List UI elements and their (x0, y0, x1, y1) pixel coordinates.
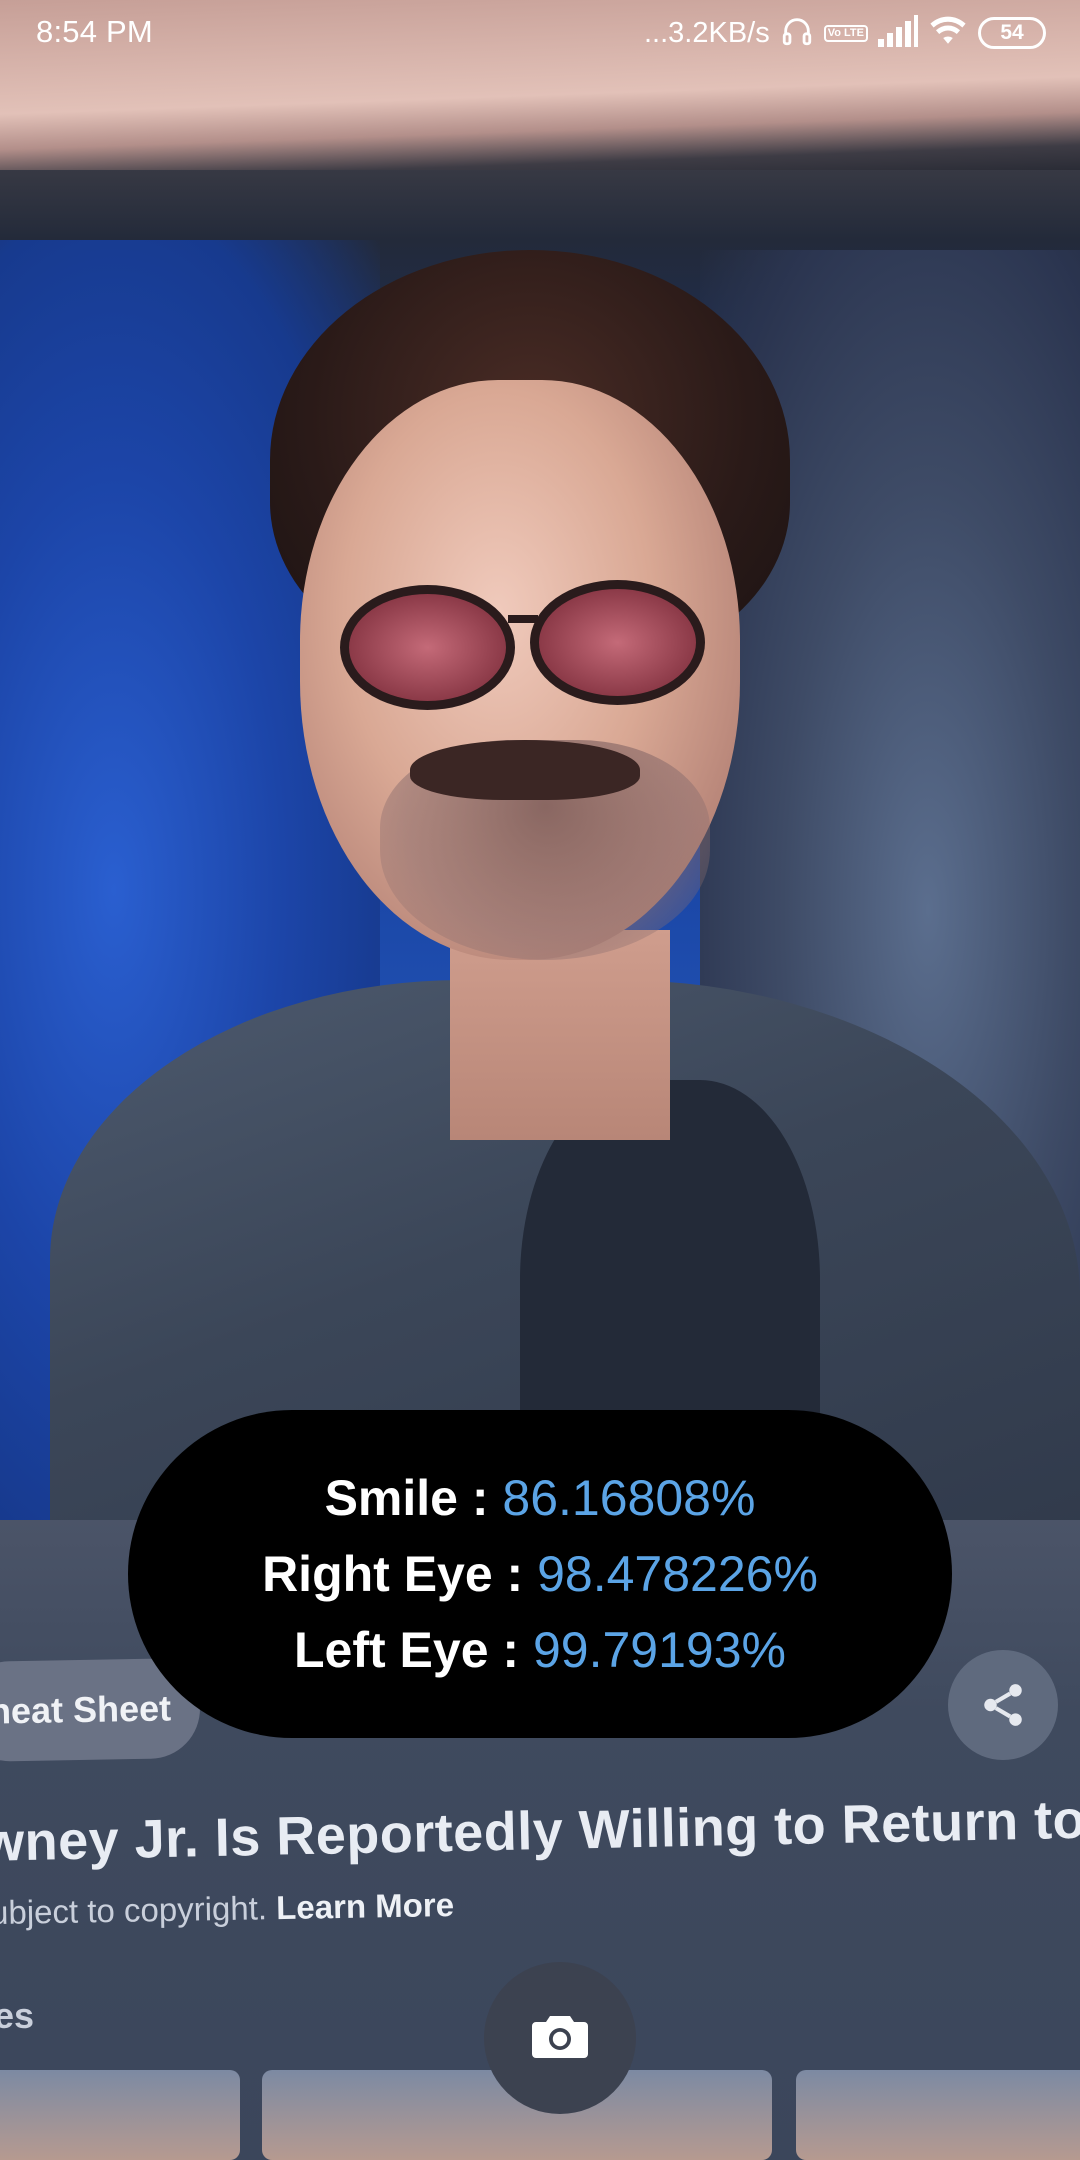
copyright-text: ubject to copyright. (0, 1889, 268, 1932)
status-bar: 8:54 PM ...3.2KB/s Vo LTE 54 (0, 0, 1080, 66)
sunglasses-bridge (508, 615, 538, 623)
thumbnail (0, 2070, 240, 2160)
webpage-section-fragment: es (0, 1995, 35, 2036)
right-eye-row: Right Eye : 98.478226% (262, 1538, 818, 1610)
sunglasses-left-lens (340, 585, 515, 710)
smile-value: 86.16808% (502, 1470, 756, 1526)
smile-label: Smile : (324, 1470, 489, 1526)
person-neck (450, 930, 670, 1140)
share-icon (948, 1650, 1058, 1760)
left-eye-label: Left Eye : (294, 1622, 520, 1678)
headphones-icon (780, 14, 814, 53)
wifi-icon (928, 15, 968, 52)
volte-icon: Vo LTE (823, 24, 868, 42)
person-mustache (410, 740, 640, 800)
battery-icon: 54 (978, 17, 1046, 49)
network-speed: ...3.2KB/s (644, 16, 770, 49)
camera-icon (532, 2012, 588, 2065)
smile-row: Smile : 86.16808% (325, 1462, 756, 1534)
status-icons: ...3.2KB/s Vo LTE 54 (644, 12, 1046, 54)
signal-icon (878, 14, 918, 52)
capture-button[interactable] (484, 1962, 636, 2114)
left-eye-row: Left Eye : 99.79193% (294, 1614, 786, 1686)
detection-results-panel: Smile : 86.16808% Right Eye : 98.478226%… (128, 1410, 952, 1738)
sunglasses-right-lens (530, 580, 705, 705)
thumbnail (796, 2070, 1080, 2160)
status-time: 8:54 PM (36, 14, 153, 49)
camera-preview: heat Sheet wney Jr. Is Reportedly Willin… (0, 0, 1080, 2160)
learn-more-link: Learn More (275, 1886, 455, 1927)
right-eye-label: Right Eye : (262, 1546, 524, 1602)
right-eye-value: 98.478226% (537, 1546, 818, 1602)
left-eye-value: 99.79193% (532, 1622, 786, 1678)
